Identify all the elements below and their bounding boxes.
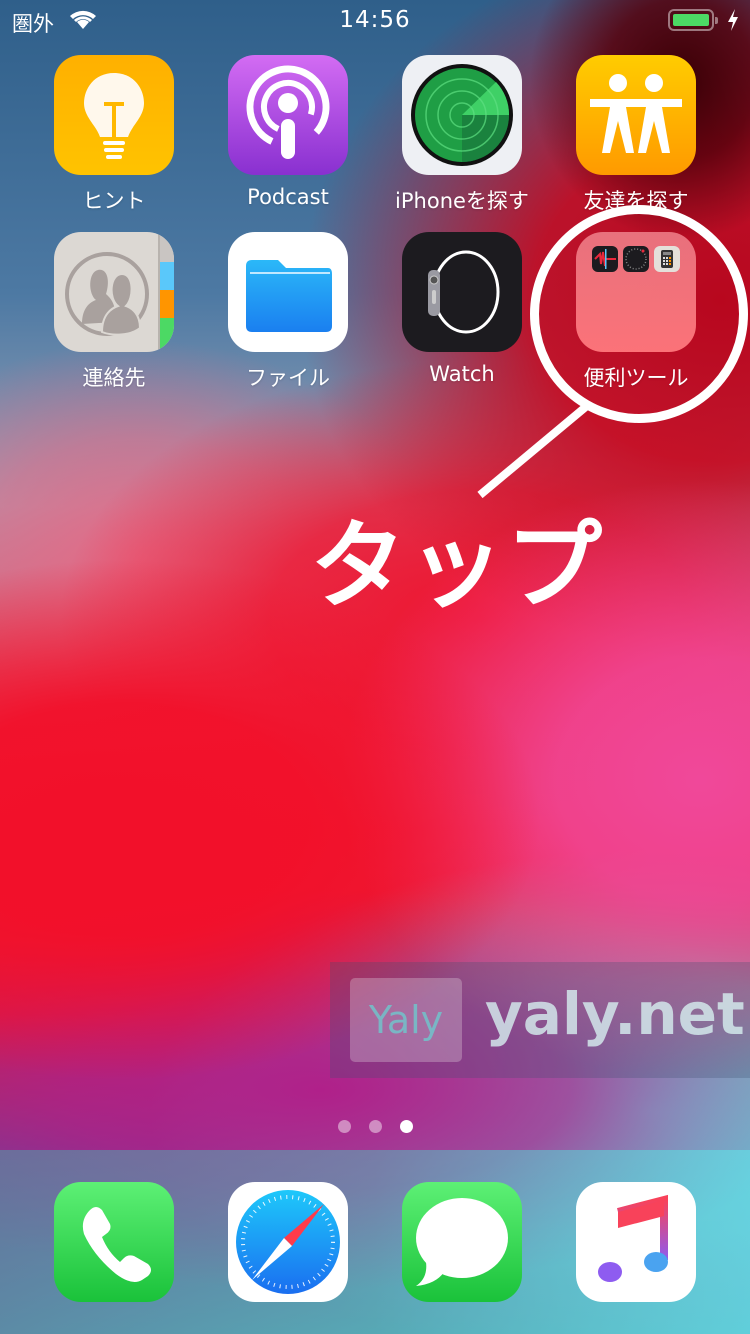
tap-annotation: タップ xyxy=(310,510,604,622)
lightbulb-icon xyxy=(54,55,174,175)
watermark: Yaly yaly.net xyxy=(330,962,750,1078)
app-podcast[interactable]: Podcast xyxy=(213,55,363,209)
app-label: Podcast xyxy=(247,185,329,209)
page-indicator[interactable] xyxy=(0,1120,750,1133)
page-dot[interactable] xyxy=(368,1120,382,1133)
clock: 14:56 xyxy=(339,7,411,33)
contacts-icon xyxy=(54,232,174,352)
charging-bolt-icon xyxy=(728,9,738,31)
app-tips[interactable]: ヒント xyxy=(39,55,189,215)
folder-file-icon xyxy=(228,232,348,352)
app-label: iPhoneを探す xyxy=(395,189,529,213)
friends-icon xyxy=(576,55,696,175)
app-find-friends[interactable]: 友達を探す xyxy=(561,55,711,215)
music-icon xyxy=(576,1182,696,1302)
app-find-iphone[interactable]: iPhoneを探す xyxy=(387,55,537,215)
dock-app-messages[interactable] xyxy=(387,1182,537,1302)
radar-icon xyxy=(402,55,522,175)
app-label: ファイル xyxy=(246,366,330,390)
highlight-circle xyxy=(530,205,748,423)
dock xyxy=(0,1150,750,1334)
dock-app-safari[interactable] xyxy=(213,1182,363,1302)
page-dot-active[interactable] xyxy=(399,1120,413,1133)
battery-icon xyxy=(668,9,718,31)
status-bar: 圏外 14:56 xyxy=(0,0,750,40)
dock-app-phone[interactable] xyxy=(39,1182,189,1302)
messages-icon xyxy=(402,1182,522,1302)
page-dot[interactable] xyxy=(337,1120,351,1133)
phone-icon xyxy=(54,1182,174,1302)
watermark-logo: Yaly xyxy=(350,978,462,1062)
app-label: Watch xyxy=(429,362,495,386)
app-label: 連絡先 xyxy=(82,366,146,390)
watch-icon xyxy=(402,232,522,352)
app-watch[interactable]: Watch xyxy=(387,232,537,386)
safari-icon xyxy=(228,1182,348,1302)
dock-app-music[interactable] xyxy=(561,1182,711,1302)
watermark-site: yaly.net xyxy=(485,980,745,1048)
app-label: ヒント xyxy=(82,189,146,213)
podcast-icon xyxy=(228,55,348,175)
app-files[interactable]: ファイル xyxy=(213,232,363,392)
app-contacts[interactable]: 連絡先 xyxy=(39,232,189,392)
